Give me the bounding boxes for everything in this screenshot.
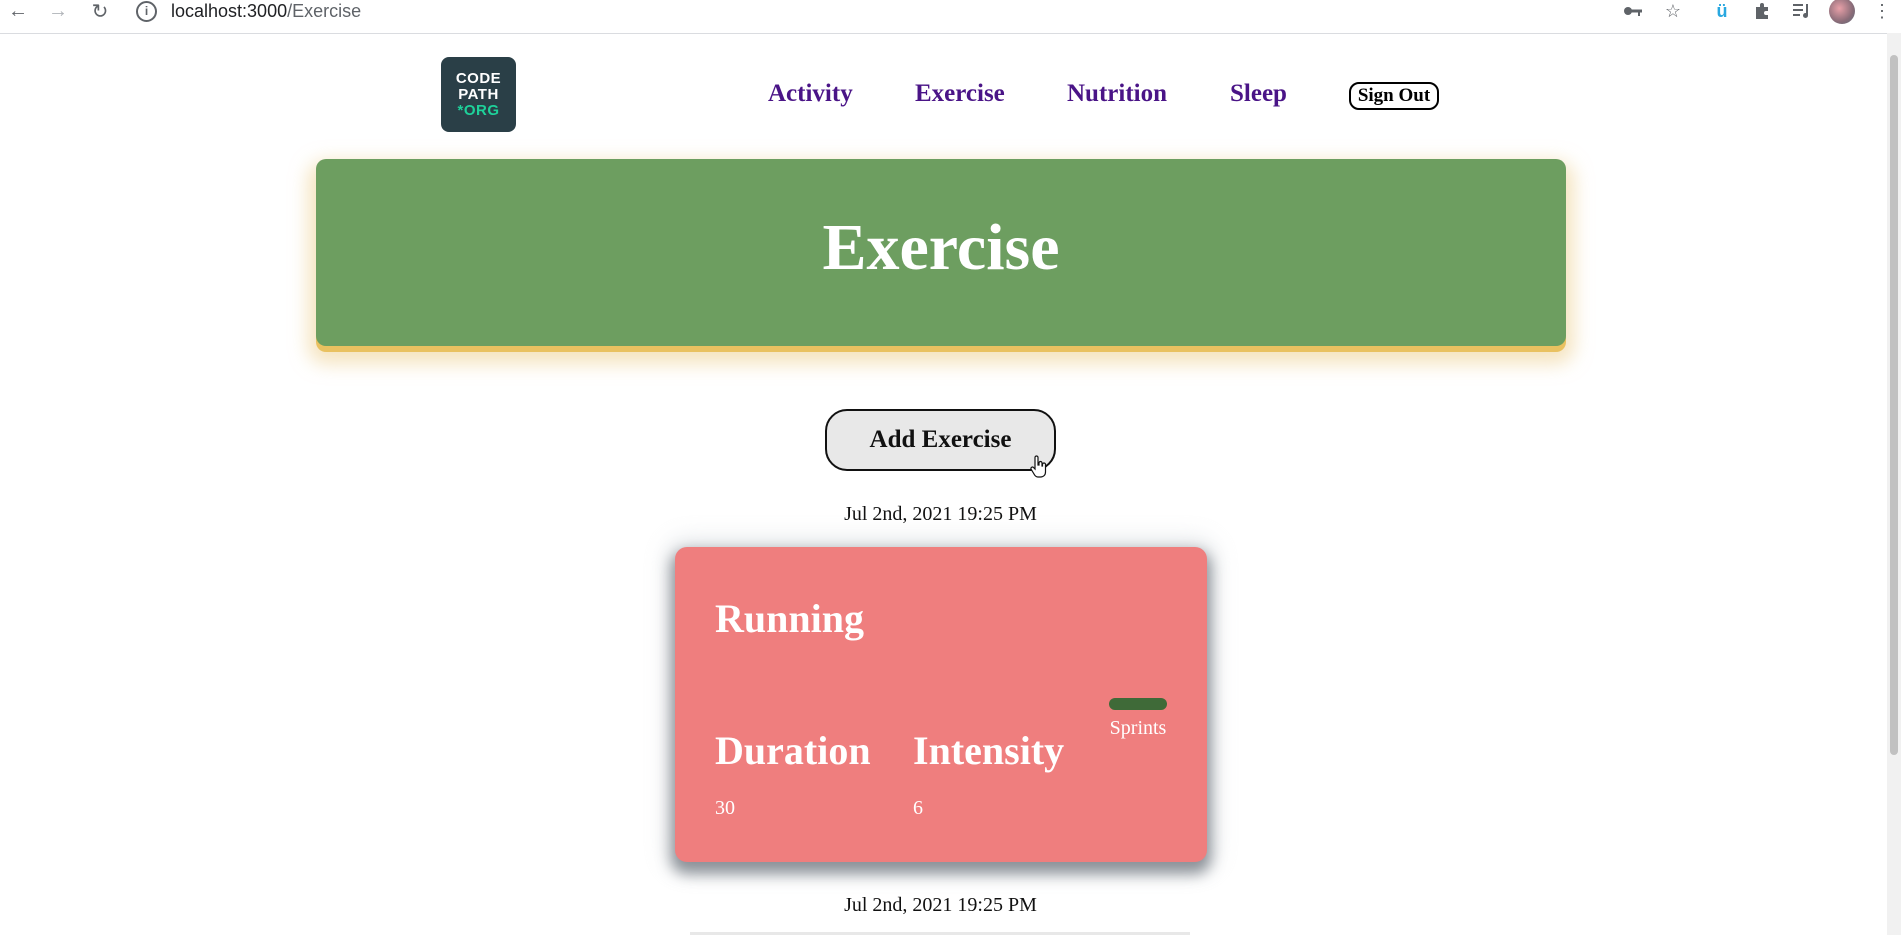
intensity-value: 6: [913, 797, 923, 819]
codepath-logo[interactable]: CODE PATH *ORG: [441, 57, 516, 132]
duration-heading: Duration: [715, 728, 871, 773]
scrollbar-thumb[interactable]: [1890, 55, 1898, 755]
intensity-heading: Intensity: [913, 728, 1065, 773]
hand-pointer-cursor-icon: [1030, 455, 1047, 478]
profile-avatar[interactable]: [1829, 0, 1855, 24]
browser-toolbar: ← → ↻ i localhost:3000/Exercise ☆ ü ⋮: [0, 0, 1901, 34]
nav-link-sleep[interactable]: Sleep: [1230, 80, 1287, 108]
logo-line-org: *ORG: [457, 101, 500, 119]
duration-value: 30: [715, 797, 735, 819]
media-queue-icon[interactable]: [1789, 0, 1815, 22]
exercise-name: Running: [715, 596, 864, 641]
sign-out-button[interactable]: Sign Out: [1349, 82, 1439, 110]
logo-line-path: PATH: [458, 85, 499, 103]
back-arrow-icon[interactable]: ←: [4, 0, 32, 22]
page-banner: Exercise: [316, 159, 1566, 346]
extension-u-icon[interactable]: ü: [1709, 0, 1735, 22]
page-title: Exercise: [822, 210, 1060, 284]
category-color-bar: [1109, 698, 1167, 710]
url-path: /Exercise: [287, 0, 362, 21]
logo-line-code: CODE: [455, 69, 502, 87]
nav-link-exercise[interactable]: Exercise: [915, 80, 1005, 108]
key-icon[interactable]: [1620, 0, 1646, 22]
entry-timestamp: Jul 2nd, 2021 19:25 PM: [844, 894, 1037, 916]
site-info-icon[interactable]: i: [136, 0, 157, 22]
category-label: Sprints: [1109, 717, 1167, 739]
nav-link-activity[interactable]: Activity: [768, 80, 853, 108]
nav-link-nutrition[interactable]: Nutrition: [1067, 80, 1167, 108]
exercise-card[interactable]: Running Sprints Duration 30 Intensity 6: [675, 547, 1207, 862]
url-host: localhost:3000: [171, 0, 288, 21]
more-menu-icon[interactable]: ⋮: [1869, 0, 1895, 22]
reload-icon[interactable]: ↻: [86, 0, 114, 23]
star-bookmark-icon[interactable]: ☆: [1660, 0, 1686, 22]
page-scrollbar[interactable]: [1887, 33, 1901, 935]
entry-timestamp: Jul 2nd, 2021 19:25 PM: [844, 503, 1037, 525]
add-exercise-button[interactable]: Add Exercise: [825, 409, 1056, 471]
forward-arrow-icon[interactable]: →: [44, 0, 72, 22]
puzzle-extensions-icon[interactable]: [1749, 0, 1775, 22]
address-bar[interactable]: i localhost:3000/Exercise: [136, 0, 361, 22]
